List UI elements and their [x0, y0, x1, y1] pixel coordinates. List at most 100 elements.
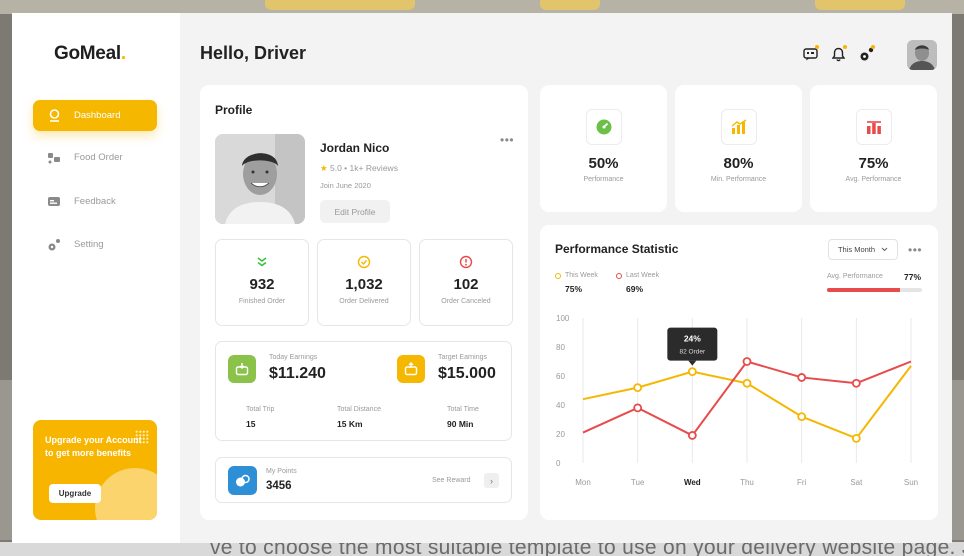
- y-tick-label: 0: [556, 459, 561, 468]
- feedback-icon: [47, 195, 61, 209]
- data-point: [851, 378, 861, 388]
- gift-chart-icon: [855, 109, 892, 145]
- tooltip-pointer: [688, 360, 697, 366]
- stat-order-canceled: 102 Order Canceled: [419, 239, 513, 326]
- x-tick-label: Sun: [904, 478, 918, 487]
- x-tick-label: Fri: [797, 478, 807, 487]
- settings-icon[interactable]: [858, 45, 875, 62]
- data-point: [742, 357, 752, 366]
- user-avatar[interactable]: [907, 40, 937, 70]
- dashboard-window: GoMeal. Dashboard Food Order Feedback Se…: [12, 13, 952, 543]
- notification-badge: [871, 45, 875, 49]
- sidebar: GoMeal. Dashboard Food Order Feedback Se…: [12, 13, 180, 543]
- profile-rating: ★ 5.0 • 1k+ Reviews: [320, 163, 398, 173]
- profile-join-date: Join June 2020: [320, 181, 371, 190]
- check-circle-icon: [357, 255, 371, 269]
- setting-icon: [47, 238, 61, 252]
- data-point: [797, 373, 807, 382]
- header-actions: [802, 45, 875, 62]
- x-tick-label: Mon: [575, 478, 591, 487]
- avg-performance-value: 75%: [858, 155, 889, 172]
- upgrade-text: Upgrade your Account to get more benefit…: [45, 435, 142, 458]
- target-earnings-value: $15.000: [438, 365, 496, 382]
- sidebar-item-label: Setting: [74, 239, 104, 250]
- points-panel: My Points 3456 See Reward ›: [215, 457, 512, 503]
- earnings-panel: Today Earnings $11.240 Target Earnings $…: [215, 341, 512, 441]
- avg-performance-label: Avg. Performance: [845, 176, 902, 183]
- stat-finished-order: 932 Finished Order: [215, 239, 309, 326]
- stat-value: 102: [453, 276, 479, 293]
- y-tick-label: 80: [556, 343, 565, 352]
- upgrade-button[interactable]: Upgrade: [49, 484, 101, 503]
- profile-title: Profile: [215, 103, 253, 117]
- stat-value: 932: [249, 276, 275, 293]
- speedometer-icon: [585, 109, 622, 145]
- stat-order-delivered: 1,032 Order Delivered: [317, 239, 411, 326]
- x-tick-label: Tue: [631, 478, 645, 487]
- notification-badge: [815, 45, 819, 49]
- total-time-value: 90 Min: [447, 419, 474, 429]
- tooltip-sub: 82 Order: [680, 349, 706, 356]
- y-tick-label: 40: [556, 401, 565, 410]
- sidebar-item-food-order[interactable]: Food Order: [33, 142, 157, 173]
- x-tick-label: Thu: [740, 478, 754, 487]
- points-value: 3456: [266, 480, 292, 492]
- chat-icon[interactable]: [802, 45, 819, 62]
- upgrade-banner: Upgrade your Account to get more benefit…: [33, 420, 157, 520]
- avg-performance-card: 75% Avg. Performance: [810, 85, 937, 212]
- min-performance-value: 80%: [723, 155, 754, 172]
- target-earnings-label: Target Earnings: [438, 354, 488, 361]
- stat-label: Finished Order: [238, 298, 286, 305]
- performance-value: 50%: [588, 155, 619, 172]
- total-distance-value: 15 Km: [337, 419, 363, 429]
- target-icon: [397, 355, 425, 383]
- chevron-right-icon[interactable]: ›: [484, 473, 499, 488]
- star-icon: ★: [320, 163, 328, 173]
- today-earnings-value: $11.240: [269, 365, 326, 382]
- sidebar-item-label: Food Order: [74, 152, 123, 163]
- total-time-label: Total Time: [447, 406, 479, 413]
- line-chart: 0 20 40 60 80 100 Mon Tue Wed Thu Fri Sat Sun 24% 82 O…: [556, 314, 918, 487]
- y-tick-label: 100: [556, 314, 570, 323]
- points-icon: [228, 466, 257, 495]
- logo[interactable]: GoMeal.: [54, 43, 126, 65]
- page-title: Hello, Driver: [200, 43, 307, 63]
- dashboard-icon: [47, 109, 61, 123]
- double-chevron-icon: [255, 255, 269, 269]
- sidebar-item-label: Dashboard: [74, 110, 121, 121]
- performance-card: 50% Performance: [540, 85, 667, 212]
- x-tick-label: Sat: [850, 478, 863, 487]
- sidebar-item-feedback[interactable]: Feedback: [33, 186, 157, 217]
- data-point: [687, 367, 697, 377]
- total-trip-value: 15: [246, 419, 256, 429]
- performance-statistic-card: Performance Statistic This Month ••• Thi…: [540, 225, 938, 520]
- sidebar-item-dashboard[interactable]: Dashboard: [33, 100, 157, 131]
- profile-name: Jordan Nico: [320, 141, 390, 155]
- background-strip: [0, 0, 964, 14]
- sidebar-item-label: Feedback: [74, 196, 116, 207]
- notification-badge: [843, 45, 847, 49]
- profile-photo: [215, 134, 305, 224]
- data-point: [797, 412, 807, 422]
- background-left: [0, 380, 12, 540]
- background-right: [952, 380, 964, 540]
- alert-circle-icon: [459, 255, 473, 269]
- min-performance-label: Min. Performance: [710, 176, 767, 183]
- points-label: My Points: [266, 468, 297, 475]
- sidebar-item-setting[interactable]: Setting: [33, 229, 157, 260]
- food-order-icon: [47, 151, 61, 165]
- bell-icon[interactable]: [830, 45, 847, 62]
- stat-label: Order Canceled: [441, 298, 491, 305]
- data-point: [851, 433, 861, 443]
- min-performance-card: 80% Min. Performance: [675, 85, 802, 212]
- see-reward-link[interactable]: See Reward: [432, 477, 471, 484]
- performance-label: Performance: [583, 176, 624, 183]
- wallet-icon: [228, 355, 256, 383]
- data-point: [633, 383, 643, 393]
- x-tick-label: Wed: [684, 478, 701, 487]
- more-icon[interactable]: •••: [500, 133, 514, 147]
- y-tick-label: 20: [556, 430, 565, 439]
- data-point: [742, 378, 752, 388]
- edit-profile-button[interactable]: Edit Profile: [320, 200, 390, 223]
- background-text: ve to choose the most suitable template …: [0, 542, 964, 556]
